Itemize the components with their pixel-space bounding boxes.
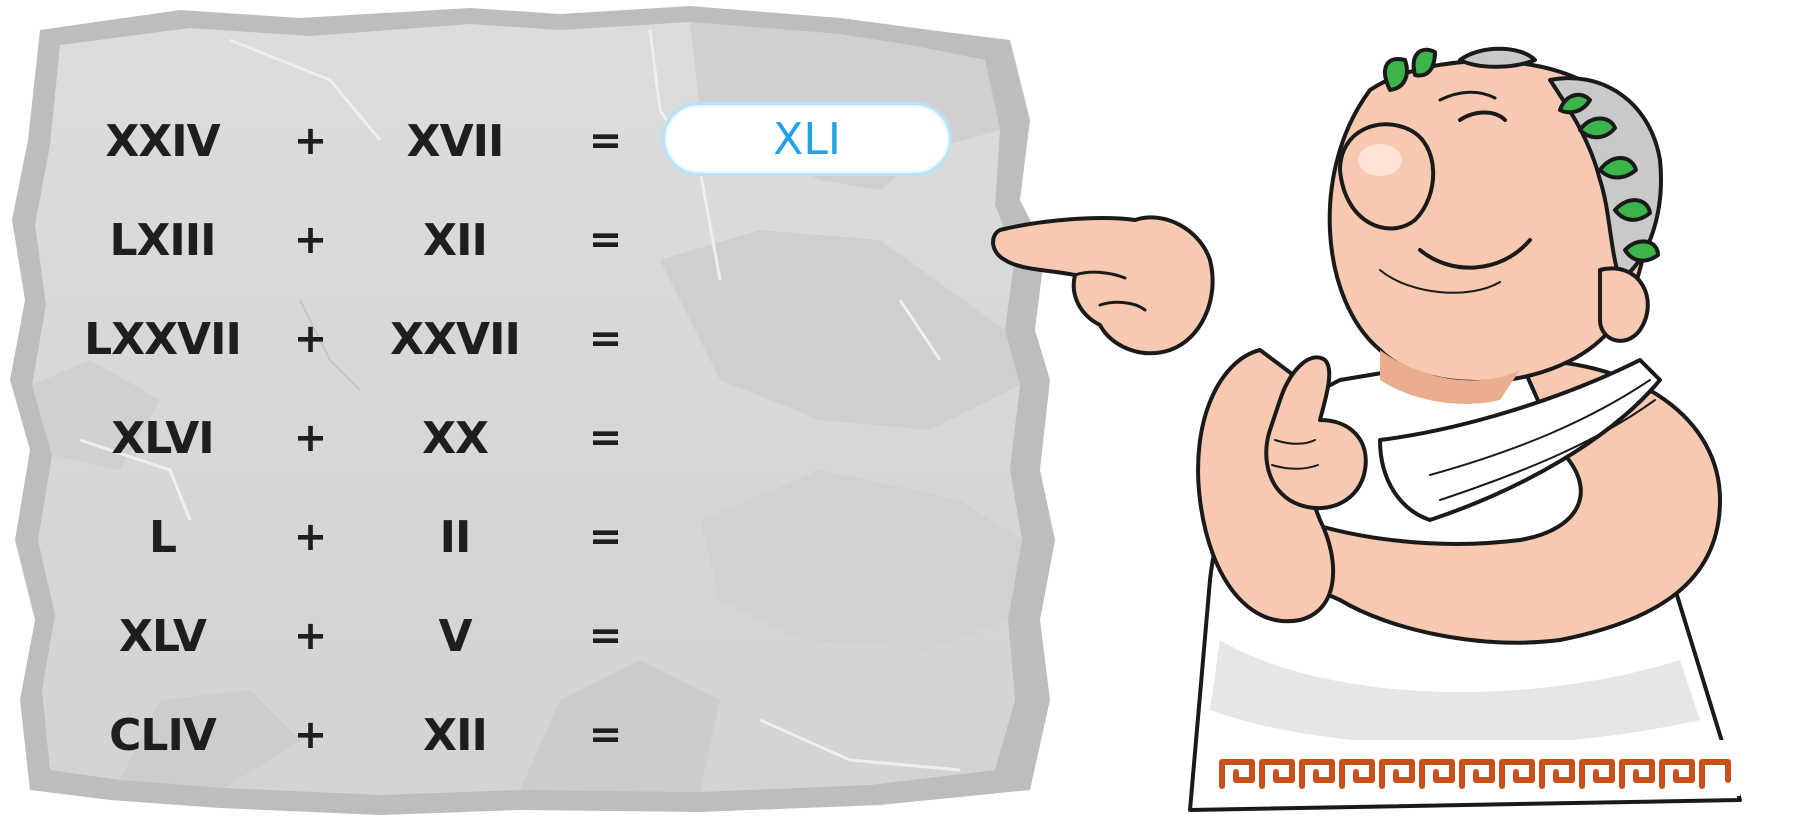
addend-2: XII (423, 214, 488, 266)
equals-sign: = (588, 217, 623, 263)
addend-1: XLV (119, 610, 207, 662)
equation-row-3: LXXVII + XXVII = (0, 299, 1000, 379)
roman-emperor-mascot (991, 46, 1742, 812)
plus-sign: + (293, 316, 328, 362)
addend-1: XLVI (111, 412, 214, 464)
equation-row-7: CLIV + XII = (0, 695, 1000, 775)
addend-2: V (438, 610, 472, 662)
equals-sign: = (588, 415, 623, 461)
addend-1: CLIV (109, 709, 217, 761)
addend-2: XX (422, 412, 489, 464)
addend-1: LXXVII (84, 313, 242, 365)
plus-sign: + (293, 613, 328, 659)
equals-sign: = (588, 712, 623, 758)
addend-2: XII (423, 709, 488, 761)
plus-sign: + (293, 514, 328, 560)
equation-row-5: L + II = (0, 497, 1000, 577)
equals-sign: = (588, 514, 623, 560)
equation-row-4: XLVI + XX = (0, 398, 1000, 478)
equation-row-6: XLV + V = (0, 596, 1000, 676)
equals-sign: = (588, 316, 623, 362)
plus-sign: + (293, 415, 328, 461)
answer-field-1[interactable] (662, 102, 952, 176)
addend-1: XXIV (105, 115, 220, 167)
plus-sign: + (293, 118, 328, 164)
plus-sign: + (293, 217, 328, 263)
addend-2: II (439, 511, 472, 563)
addend-1: LXIII (109, 214, 216, 266)
equation-row-2: LXIII + XII = (0, 200, 1000, 280)
addend-1: L (148, 511, 177, 563)
equals-sign: = (588, 118, 623, 164)
plus-sign: + (293, 712, 328, 758)
addend-2: XVII (406, 115, 505, 167)
addend-2: XXVII (390, 313, 521, 365)
equals-sign: = (588, 613, 623, 659)
